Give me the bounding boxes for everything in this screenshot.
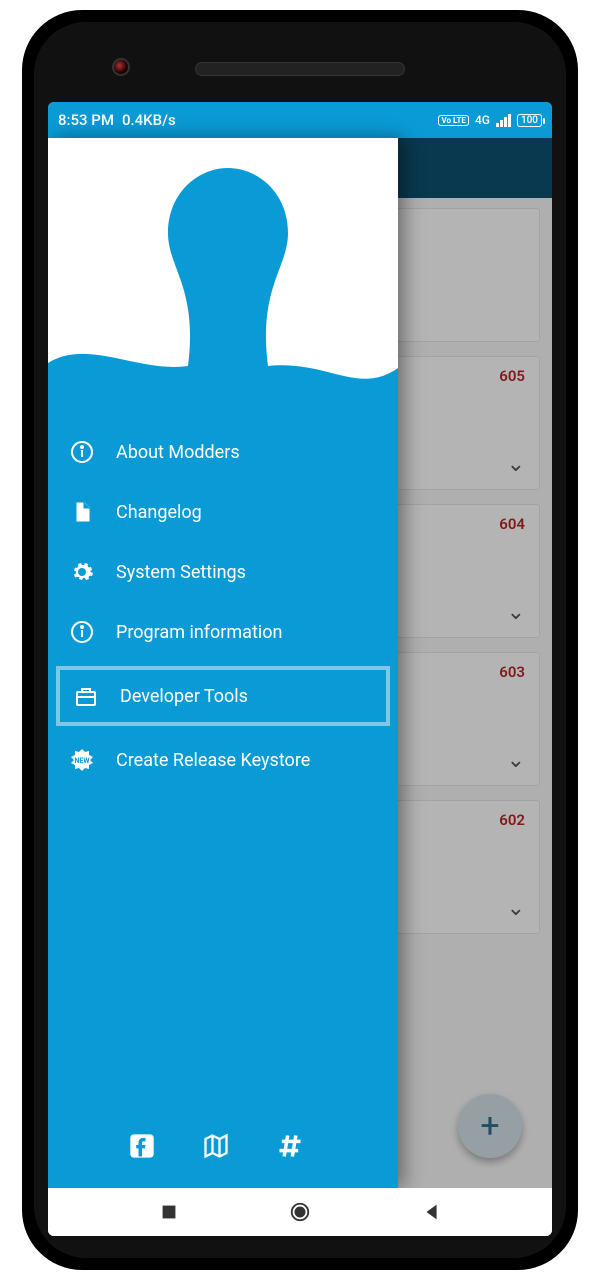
fab-add-button[interactable]: + bbox=[458, 1094, 522, 1158]
menu-item-label: Developer Tools bbox=[120, 686, 248, 707]
info-icon bbox=[70, 440, 94, 464]
menu-item-program-information[interactable]: Program information bbox=[48, 602, 398, 662]
svg-text:NEW: NEW bbox=[74, 757, 90, 765]
drawer-header bbox=[48, 138, 398, 398]
menu-item-label: System Settings bbox=[116, 562, 246, 583]
chevron-down-icon[interactable]: ⌄ bbox=[507, 600, 525, 625]
map-icon[interactable] bbox=[202, 1132, 230, 1160]
card-number: 602 bbox=[499, 811, 525, 829]
phone-frame: 8:53 PM 0.4KB/s Vo LTE 4G 100 605 ⌄ bbox=[22, 10, 578, 1270]
menu-item-create-release-keystore[interactable]: NEW Create Release Keystore bbox=[48, 730, 398, 790]
back-button[interactable] bbox=[421, 1201, 443, 1223]
menu-item-about-modders[interactable]: About Modders bbox=[48, 422, 398, 482]
front-camera bbox=[112, 58, 130, 76]
toolbox-icon bbox=[74, 684, 98, 708]
chevron-down-icon[interactable]: ⌄ bbox=[507, 452, 525, 477]
nav-drawer: About Modders Changelog System Settings bbox=[48, 138, 398, 1188]
home-button[interactable] bbox=[289, 1201, 311, 1223]
menu-item-label: Program information bbox=[116, 622, 282, 643]
card-number: 605 bbox=[499, 367, 525, 385]
status-bar: 8:53 PM 0.4KB/s Vo LTE 4G 100 bbox=[48, 102, 552, 138]
net-gen-icon: 4G bbox=[475, 113, 490, 127]
status-time: 8:53 PM bbox=[58, 111, 114, 129]
menu-item-developer-tools[interactable]: Developer Tools bbox=[56, 666, 390, 726]
gear-icon bbox=[70, 560, 94, 584]
signal-icon bbox=[496, 113, 511, 127]
chevron-down-icon[interactable]: ⌄ bbox=[507, 896, 525, 921]
hash-icon[interactable] bbox=[276, 1132, 304, 1160]
battery-icon: 100 bbox=[517, 114, 542, 127]
volte-icon: Vo LTE bbox=[438, 115, 468, 126]
chevron-down-icon[interactable]: ⌄ bbox=[507, 748, 525, 773]
card-number: 604 bbox=[499, 515, 525, 533]
menu-item-changelog[interactable]: Changelog bbox=[48, 482, 398, 542]
avatar-placeholder bbox=[48, 138, 398, 398]
menu-item-label: Create Release Keystore bbox=[116, 750, 310, 771]
phone-bezel: 8:53 PM 0.4KB/s Vo LTE 4G 100 605 ⌄ bbox=[34, 22, 566, 1258]
earpiece-speaker bbox=[195, 62, 405, 76]
android-nav-bar bbox=[48, 1188, 552, 1236]
drawer-menu: About Modders Changelog System Settings bbox=[48, 398, 398, 1108]
plus-icon: + bbox=[480, 1106, 499, 1146]
info-icon bbox=[70, 620, 94, 644]
recents-button[interactable] bbox=[158, 1201, 180, 1223]
drawer-footer bbox=[48, 1108, 398, 1188]
menu-item-system-settings[interactable]: System Settings bbox=[48, 542, 398, 602]
card-number: 603 bbox=[499, 663, 525, 681]
status-netspeed: 0.4KB/s bbox=[122, 111, 176, 129]
file-icon bbox=[70, 500, 94, 524]
badge-new-icon: NEW bbox=[70, 748, 94, 772]
menu-item-label: About Modders bbox=[116, 442, 240, 463]
screen: 8:53 PM 0.4KB/s Vo LTE 4G 100 605 ⌄ bbox=[48, 102, 552, 1236]
facebook-icon[interactable] bbox=[128, 1132, 156, 1160]
menu-item-label: Changelog bbox=[116, 502, 202, 523]
